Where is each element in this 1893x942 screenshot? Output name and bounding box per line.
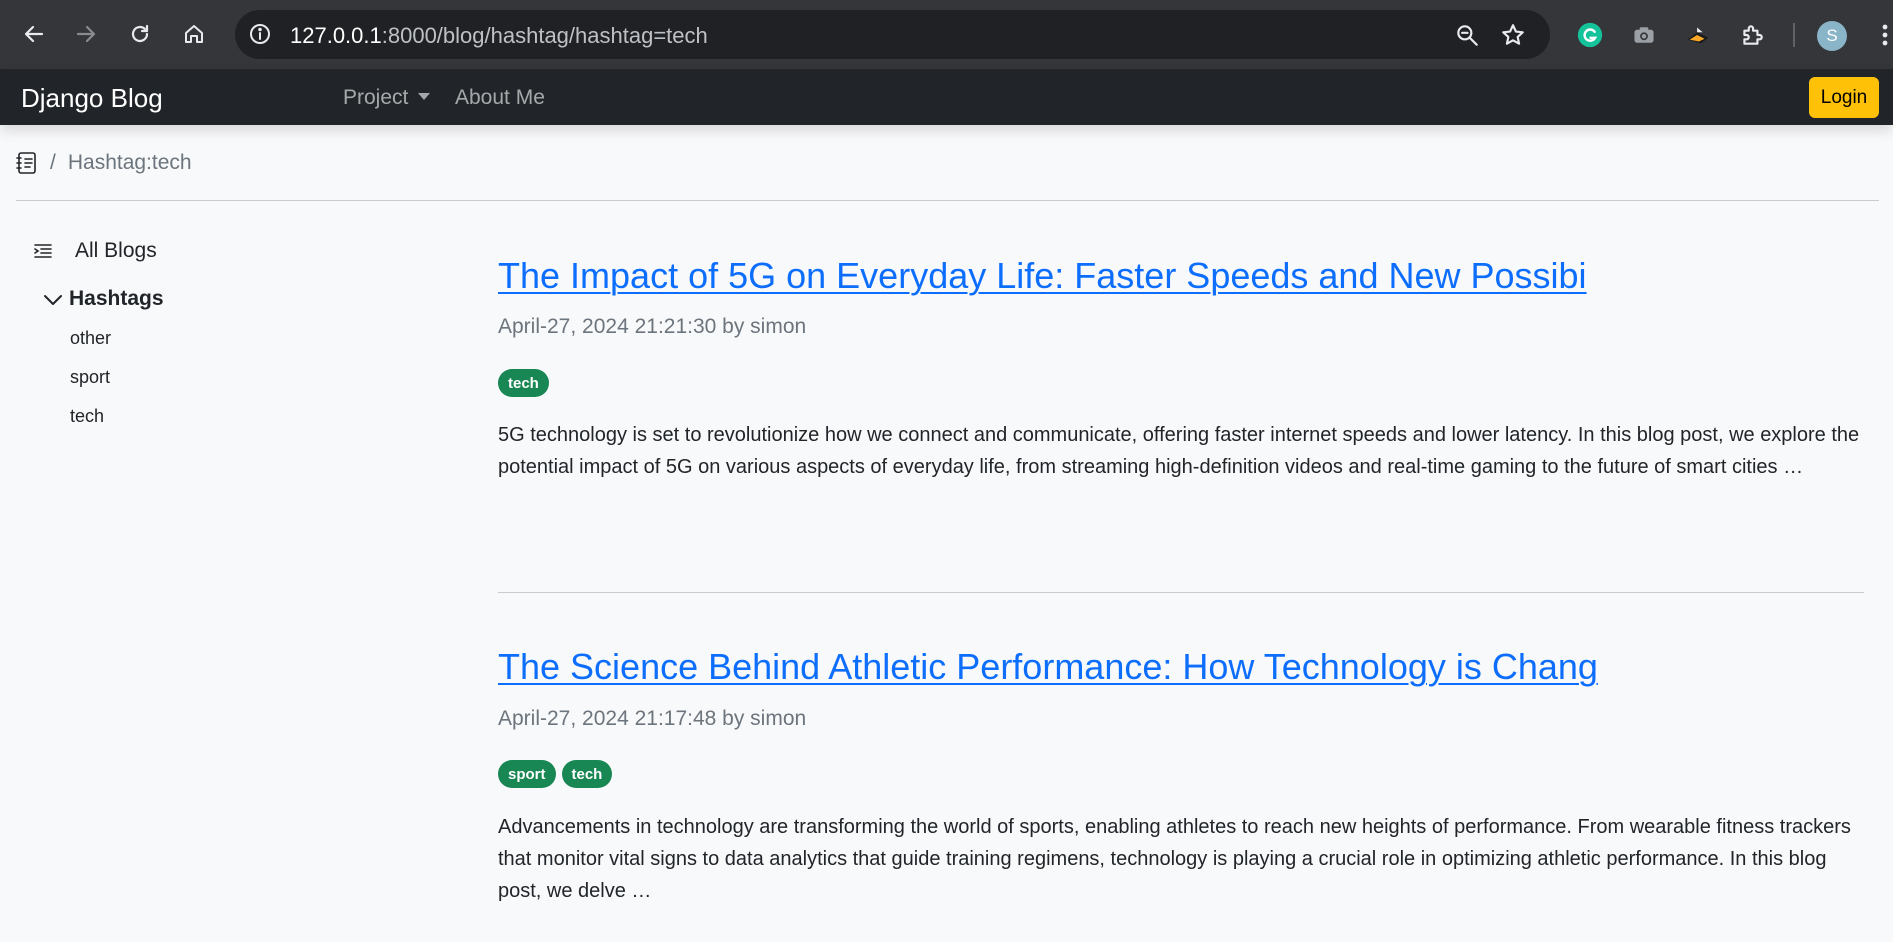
arrow-left-icon [24,25,44,43]
back-button[interactable] [16,16,52,52]
breadcrumb-current: Hashtag:tech [67,151,192,174]
about-me-link[interactable]: About Me [455,86,545,110]
post-meta: April-27, 2024 21:21:30 by simon [498,315,807,338]
login-button[interactable]: Login [1809,77,1879,118]
caret-down-icon [418,93,431,100]
camera-extension-icon[interactable] [1629,20,1659,50]
browser-menu-icon[interactable] [1877,20,1893,50]
grammarly-extension-icon[interactable] [1575,20,1605,50]
post-excerpt: Advancements in technology are transform… [498,816,1851,902]
url-text[interactable]: 127.0.0.1:8000/blog/hashtag/hashtag=tech [290,23,708,49]
sidebar-item-sport[interactable]: sport [70,367,110,388]
home-button[interactable] [176,16,212,52]
project-dropdown-label: Project [343,86,409,109]
post-excerpt: 5G technology is set to revolutionize ho… [498,424,1860,478]
breadcrumb: / Hashtag:tech [16,148,192,178]
post-title-link[interactable]: The Science Behind Athletic Performance:… [498,646,1598,688]
chevron-down-icon [44,295,62,305]
profile-avatar[interactable]: S [1817,21,1847,51]
tag-badge[interactable]: tech [498,369,549,397]
bookmark-star-icon[interactable] [1500,22,1526,48]
post-title-link[interactable]: The Impact of 5G on Everyday Life: Faste… [498,255,1587,297]
puzzle-extensions-icon[interactable] [1737,20,1767,50]
breadcrumb-separator: / [50,151,56,174]
reload-button[interactable] [122,16,158,52]
project-dropdown[interactable]: Project [343,86,431,110]
extension-icon[interactable] [1683,20,1713,50]
sidebar-all-blogs-label: All Blogs [75,239,157,262]
sidebar-hashtags-toggle[interactable]: Hashtags [42,284,164,314]
toolbar-divider [1793,23,1795,47]
navbar-brand[interactable]: Django Blog [21,83,163,114]
address-bar[interactable]: 127.0.0.1:8000/blog/hashtag/hashtag=tech [235,10,1550,59]
zoom-icon[interactable] [1454,22,1480,48]
sidebar-hashtags-label: Hashtags [69,287,164,310]
url-host: 127.0.0.1 [290,23,382,48]
profile-initial: S [1826,26,1838,45]
post-tag-list: tech [498,369,549,397]
site-navbar: Django Blog Project About Me Login [0,69,1893,125]
sidebar-item-other[interactable]: other [70,328,111,349]
browser-toolbar: 127.0.0.1:8000/blog/hashtag/hashtag=tech… [0,0,1893,69]
tag-badge[interactable]: sport [498,760,556,788]
breadcrumb-divider [16,200,1879,201]
site-info-icon[interactable] [248,22,272,46]
post-meta: April-27, 2024 21:17:48 by simon [498,707,807,730]
tag-badge[interactable]: tech [561,760,613,788]
post-divider [498,592,1864,593]
list-indent-icon [34,244,52,258]
sidebar-item-tech[interactable]: tech [70,406,104,427]
url-path: :8000/blog/hashtag/hashtag=tech [381,23,708,48]
arrow-right-icon [76,25,96,43]
home-icon [185,25,203,43]
forward-button[interactable] [68,16,104,52]
sidebar-all-blogs[interactable]: All Blogs [33,236,157,266]
post-tag-list: sport tech [498,760,613,788]
reload-icon [131,24,149,43]
journal-text-icon[interactable] [16,151,38,175]
